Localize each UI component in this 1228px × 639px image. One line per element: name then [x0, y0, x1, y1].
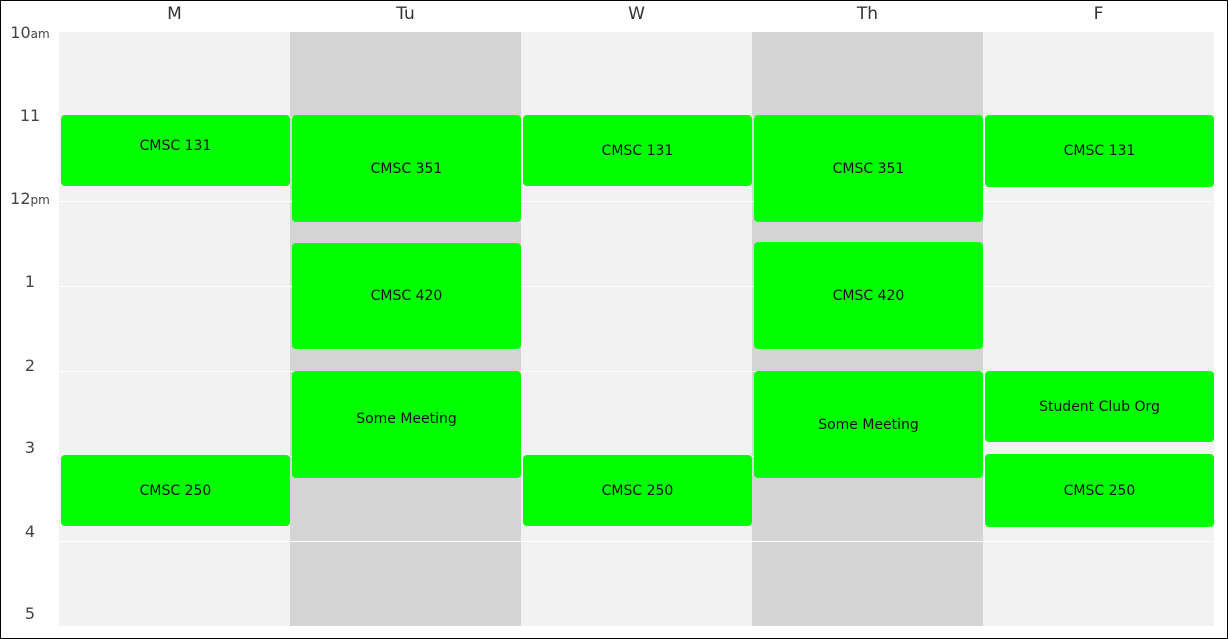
day-header-monday: M	[167, 4, 182, 24]
event-block-thursday-cmsc-420[interactable]: CMSC 420	[754, 242, 983, 349]
event-block-thursday-some-meeting[interactable]: Some Meeting	[754, 371, 983, 478]
time-label-5: 5	[24, 604, 36, 623]
event-block-monday-cmsc-131[interactable]: CMSC 131	[61, 115, 290, 186]
time-label-11: 11	[19, 106, 41, 125]
time-label-1: 1	[24, 272, 36, 291]
time-label-10am: 10am	[10, 23, 50, 42]
hour-gridline	[59, 286, 1214, 287]
time-label-2: 2	[24, 356, 36, 375]
time-label-3: 3	[24, 438, 36, 457]
event-block-monday-cmsc-250[interactable]: CMSC 250	[61, 455, 290, 526]
day-header-wednesday: W	[628, 4, 645, 24]
event-block-friday-student-club-org[interactable]: Student Club Org	[985, 371, 1214, 442]
day-header-tuesday: Tu	[396, 4, 415, 24]
day-header-friday: F	[1093, 4, 1104, 24]
event-block-tuesday-cmsc-351[interactable]: CMSC 351	[292, 115, 521, 222]
event-block-wednesday-cmsc-131[interactable]: CMSC 131	[523, 115, 752, 186]
day-header-thursday: Th	[856, 4, 879, 24]
event-block-friday-cmsc-131[interactable]: CMSC 131	[985, 115, 1214, 187]
event-block-thursday-cmsc-351[interactable]: CMSC 351	[754, 115, 983, 222]
event-block-wednesday-cmsc-250[interactable]: CMSC 250	[523, 455, 752, 526]
hour-gridline	[59, 541, 1214, 542]
event-block-tuesday-cmsc-420[interactable]: CMSC 420	[292, 243, 521, 349]
schedule-frame: M Tu W Th F 10am 11 12pm 1 2 3 4 5 CMSC …	[0, 0, 1228, 639]
time-label-12pm: 12pm	[10, 189, 50, 208]
time-label-4: 4	[24, 522, 36, 541]
event-block-tuesday-some-meeting[interactable]: Some Meeting	[292, 371, 521, 478]
event-block-friday-cmsc-250[interactable]: CMSC 250	[985, 454, 1214, 527]
hour-gridline	[59, 201, 1214, 202]
